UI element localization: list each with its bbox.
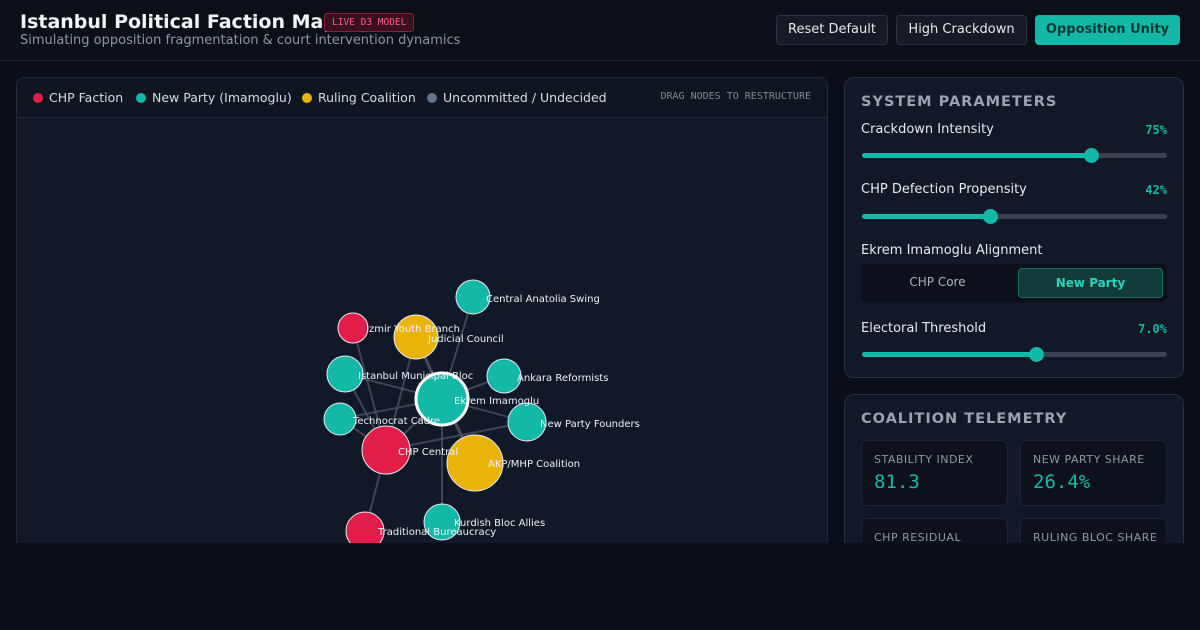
stat-value: 81.3 <box>874 471 920 493</box>
node-label: Technocrat Cadre <box>352 416 440 427</box>
node-label: CHP Central <box>398 447 458 458</box>
stat-label: NEW PARTY SHARE <box>1033 453 1145 466</box>
node-label: Ekrem Imamoglu <box>454 396 539 407</box>
legend-item-chp: CHP Faction <box>33 90 123 105</box>
electoral-threshold-value: 7.0% <box>1138 322 1167 336</box>
app-header: Istanbul Political Faction Map LIVE D3 M… <box>0 0 1200 61</box>
legend-label: New Party (Imamoglu) <box>152 90 292 105</box>
opposition-unity-button[interactable]: Opposition Unity <box>1035 15 1180 45</box>
new-party-share-stat: NEW PARTY SHARE 26.4% <box>1020 440 1167 506</box>
faction-graph-panel: CHP Faction New Party (Imamoglu) Ruling … <box>16 77 828 543</box>
node-label: New Party Founders <box>540 419 640 430</box>
faction-network-graph[interactable]: Central Anatolia SwingIzmir Youth Branch… <box>17 118 827 543</box>
page-title: Istanbul Political Faction Map <box>20 11 337 33</box>
legend-label: CHP Faction <box>49 90 124 105</box>
slider-fill <box>862 153 1091 158</box>
coalition-telemetry-card: COALITION TELEMETRY STABILITY INDEX 81.3… <box>844 394 1184 543</box>
ruling-bloc-share-stat: RULING BLOC SHARE <box>1020 518 1167 543</box>
alignment-option-new-party[interactable]: New Party <box>1018 268 1163 298</box>
faction-node-central-anatolia[interactable] <box>455 279 491 315</box>
slider-fill <box>862 352 1036 357</box>
stability-index-stat: STABILITY INDEX 81.3 <box>861 440 1008 506</box>
legend-dot-icon <box>33 93 43 103</box>
slider-fill <box>862 214 991 219</box>
stat-label: CHP RESIDUAL <box>874 531 962 543</box>
slider-handle[interactable] <box>983 209 999 224</box>
drag-hint: DRAG NODES TO RESTRUCTURE <box>660 91 811 102</box>
faction-node-technocrat[interactable] <box>323 402 357 436</box>
node-label: Traditional Bureaucracy <box>377 527 496 538</box>
defection-propensity-value: 42% <box>1145 183 1167 197</box>
alignment-label: Ekrem Imamoglu Alignment <box>861 243 1043 258</box>
legend-dot-icon <box>427 93 437 103</box>
slider-handle[interactable] <box>1083 148 1099 163</box>
faction-node-ankara[interactable] <box>486 358 522 394</box>
crackdown-intensity-label: Crackdown Intensity <box>861 122 994 137</box>
legend-dot-icon <box>302 93 312 103</box>
legend-item-ruling: Ruling Coalition <box>302 90 416 105</box>
coalition-telemetry-title: COALITION TELEMETRY <box>861 411 1068 427</box>
defection-propensity-label: CHP Defection Propensity <box>861 182 1027 197</box>
node-label: Ankara Reformists <box>517 373 608 384</box>
electoral-threshold-slider[interactable] <box>862 347 1167 362</box>
legend-item-new-party: New Party (Imamoglu) <box>136 90 292 105</box>
system-parameters-card: SYSTEM PARAMETERS Crackdown Intensity 75… <box>844 77 1184 378</box>
alignment-toggle: CHP Core New Party <box>861 264 1167 302</box>
node-label: AKP/MHP Coalition <box>488 459 580 470</box>
electoral-threshold-label: Electoral Threshold <box>861 321 987 336</box>
legend-label: Ruling Coalition <box>318 90 416 105</box>
defection-propensity-slider[interactable] <box>862 209 1167 224</box>
high-crackdown-button[interactable]: High Crackdown <box>896 15 1027 45</box>
bottom-backdrop <box>0 543 1200 630</box>
slider-handle[interactable] <box>1028 347 1044 362</box>
system-parameters-title: SYSTEM PARAMETERS <box>861 94 1058 110</box>
faction-node-izmir[interactable] <box>337 312 369 344</box>
stat-label: RULING BLOC SHARE <box>1033 531 1158 543</box>
stat-label: STABILITY INDEX <box>874 453 974 466</box>
alignment-option-chp-core[interactable]: CHP Core <box>865 268 1010 298</box>
reset-default-button[interactable]: Reset Default <box>776 15 888 45</box>
page-subtitle: Simulating opposition fragmentation & co… <box>20 33 461 48</box>
crackdown-intensity-slider[interactable] <box>862 148 1167 163</box>
crackdown-intensity-value: 75% <box>1145 123 1167 137</box>
legend-label: Uncommitted / Undecided <box>443 90 607 105</box>
node-label: Central Anatolia Swing <box>486 294 600 305</box>
main-area: CHP Faction New Party (Imamoglu) Ruling … <box>0 61 1200 543</box>
node-label: Judicial Council <box>427 334 504 345</box>
node-label: Istanbul Municipal Bloc <box>358 371 473 382</box>
stat-value: 26.4% <box>1033 471 1091 493</box>
live-model-badge: LIVE D3 MODEL <box>324 13 415 32</box>
chp-residual-stat: CHP RESIDUAL <box>861 518 1008 543</box>
legend-item-uncommitted: Uncommitted / Undecided <box>427 90 607 105</box>
legend-bar: CHP Faction New Party (Imamoglu) Ruling … <box>17 78 827 118</box>
legend-dot-icon <box>136 93 146 103</box>
